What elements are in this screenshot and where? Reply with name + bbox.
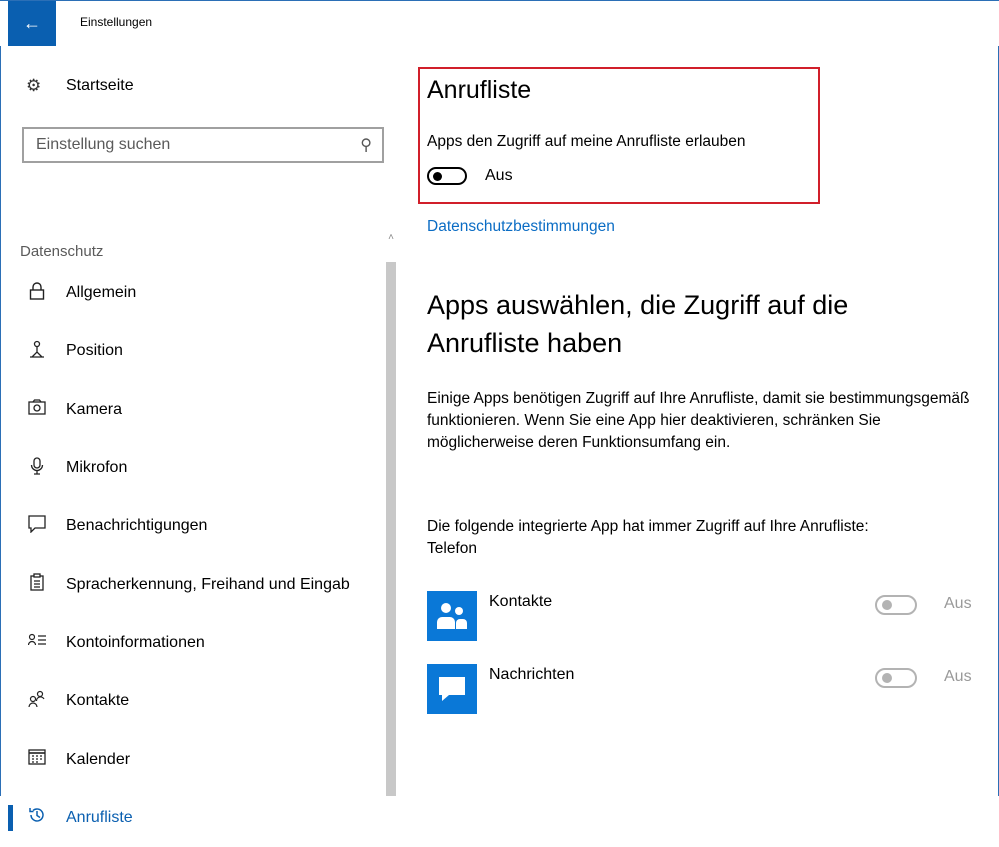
home-link[interactable]: ⚙ Startseite (26, 76, 134, 96)
sidebar-item-mikrofon[interactable]: Mikrofon (8, 439, 380, 497)
allow-access-toggle-row: Aus (427, 167, 513, 185)
sidebar-item-anrufliste[interactable]: Anrufliste (8, 789, 380, 847)
sidebar: ⚙ Startseite ⚲ Datenschutz Allgemein Pos… (8, 46, 400, 831)
sidebar-item-kontoinformationen[interactable]: Kontoinformationen (8, 614, 380, 672)
sidebar-scrollbar[interactable]: ˄ (383, 232, 399, 796)
toggle-knob (882, 600, 892, 610)
app-toggle-kontakte[interactable] (875, 595, 917, 615)
sidebar-item-label: Kalender (66, 750, 131, 768)
sidebar-item-label: Position (66, 342, 123, 360)
calendar-icon (26, 749, 48, 770)
back-button[interactable]: ← (8, 1, 56, 46)
camera-icon (26, 399, 48, 420)
sidebar-item-kalender[interactable]: Kalender (8, 730, 380, 788)
sidebar-item-label: Benachrichtigungen (66, 517, 208, 535)
home-label: Startseite (66, 77, 134, 94)
microphone-icon (26, 456, 48, 480)
allow-access-toggle[interactable] (427, 167, 467, 185)
history-icon (26, 806, 48, 829)
privacy-link[interactable]: Datenschutzbestimmungen (427, 218, 615, 236)
sidebar-item-kamera[interactable]: Kamera (8, 381, 380, 439)
main-content: Anrufliste Apps den Zugriff auf meine An… (427, 46, 987, 796)
builtin-note-line1: Die folgende integrierte App hat immer Z… (427, 518, 869, 535)
sidebar-item-allgemein[interactable]: Allgemein (8, 264, 380, 322)
window-title: Einstellungen (80, 15, 153, 29)
sidebar-item-kontakte[interactable]: Kontakte (8, 672, 380, 730)
people-icon (427, 591, 477, 641)
allow-access-label: Apps den Zugriff auf meine Anrufliste er… (427, 133, 746, 150)
clipboard-icon (26, 573, 48, 596)
sidebar-item-label: Kontakte (66, 692, 130, 710)
account-info-icon (26, 633, 48, 652)
app-toggle-state: Aus (944, 668, 972, 685)
search-input[interactable] (24, 135, 348, 155)
chat-bubble-icon (427, 664, 477, 714)
back-arrow-icon: ← (23, 13, 41, 33)
choose-apps-description: Einige Apps benötigen Zugriff auf Ihre A… (427, 390, 970, 451)
scroll-thumb[interactable] (386, 262, 396, 796)
sidebar-item-label: Kontoinformationen (66, 633, 205, 651)
app-row-kontakte: Kontakte Aus (427, 591, 987, 641)
sidebar-item-label: Kamera (66, 400, 123, 418)
search-icon[interactable]: ⚲ (360, 135, 372, 155)
sidebar-item-label: Anrufliste (66, 808, 133, 826)
sidebar-item-label: Allgemein (66, 284, 137, 302)
app-toggle-nachrichten[interactable] (875, 668, 917, 688)
toggle-knob (882, 673, 892, 683)
window-border-left (0, 0, 1, 796)
app-name: Kontakte (489, 593, 553, 610)
choose-apps-heading: Apps auswählen, die Zugriff auf die Anru… (427, 290, 849, 358)
sidebar-item-spracherkennung[interactable]: Spracherkennung, Freihand und Eingab (8, 555, 380, 613)
app-toggle-state: Aus (944, 595, 972, 612)
app-name: Nachrichten (489, 666, 575, 683)
page-title: Anrufliste (427, 76, 532, 104)
sidebar-item-label: Spracherkennung, Freihand und Eingab (66, 575, 350, 593)
builtin-app-note: Die folgende integrierte App hat immer Z… (427, 516, 987, 560)
title-bar: ← Einstellungen (0, 0, 999, 46)
search-box[interactable]: ⚲ (22, 127, 384, 163)
sidebar-item-label: Mikrofon (66, 459, 128, 477)
allow-access-state: Aus (485, 167, 513, 184)
gear-icon: ⚙ (26, 76, 42, 95)
contacts-icon (26, 690, 48, 713)
location-person-icon (26, 340, 48, 363)
message-icon (26, 515, 48, 538)
app-row-nachrichten: Nachrichten Aus (427, 664, 987, 714)
scroll-up-arrow-icon[interactable]: ˄ (383, 232, 399, 248)
section-label: Datenschutz (20, 243, 104, 260)
lock-icon (26, 281, 48, 305)
sidebar-nav: Allgemein Position Kamera Mikrofon Benac… (8, 264, 380, 847)
sidebar-item-benachrichtigungen[interactable]: Benachrichtigungen (8, 497, 380, 555)
sidebar-item-position[interactable]: Position (8, 322, 380, 380)
builtin-note-line2: Telefon (427, 540, 477, 557)
toggle-knob (433, 172, 442, 181)
